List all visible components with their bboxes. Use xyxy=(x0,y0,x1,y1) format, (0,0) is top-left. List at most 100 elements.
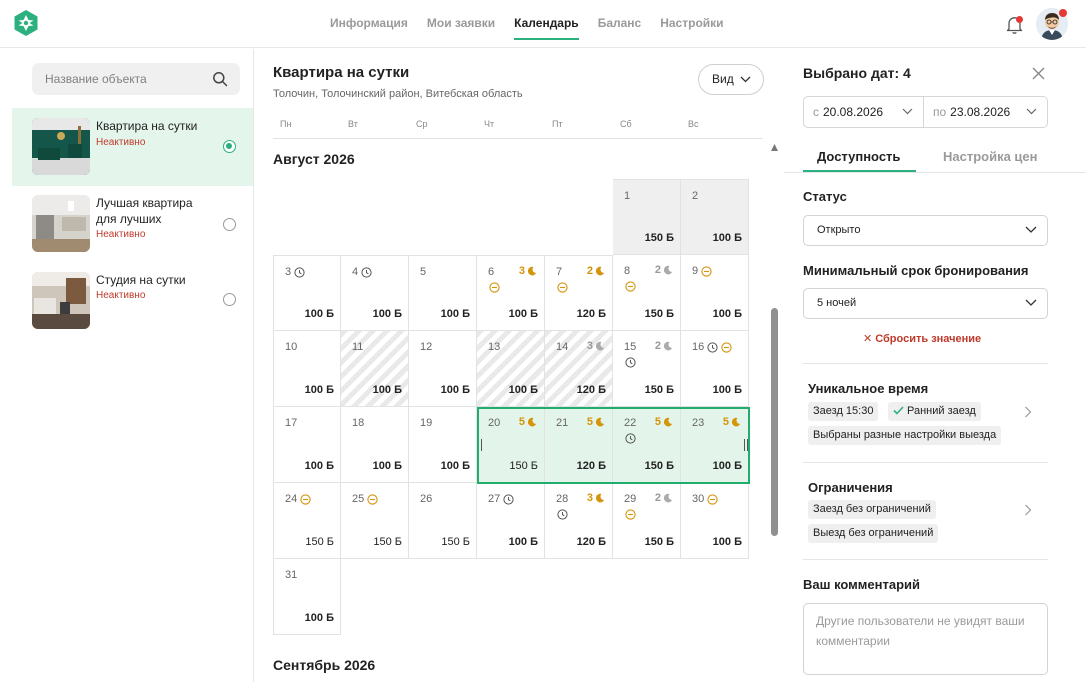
chevron-right-icon xyxy=(1024,406,1032,418)
early-checkin-label: Ранний заезд xyxy=(907,405,976,417)
object-thumbnail xyxy=(32,272,90,329)
calendar-day[interactable]: 6 3 100 Б xyxy=(477,255,545,331)
day-price: 120 Б xyxy=(576,384,606,396)
min-nights-value: 2 xyxy=(586,265,593,277)
nav-item-4[interactable]: Настройки xyxy=(660,0,723,48)
calendar-day[interactable]: 4 100 Б xyxy=(341,255,409,331)
day-price: 100 Б xyxy=(440,384,470,396)
nav-item-3[interactable]: Баланс xyxy=(598,0,642,48)
calendar-day[interactable]: 24 150 Б xyxy=(273,483,341,559)
day-number: 25 xyxy=(352,493,365,505)
calendar-day[interactable]: 11 100 Б xyxy=(341,331,409,407)
view-button[interactable]: Вид xyxy=(698,64,764,95)
calendar-day[interactable]: 1 150 Б xyxy=(613,179,681,255)
checkin-time-chip: Заезд 15:30 xyxy=(808,402,879,421)
moon-icon xyxy=(663,493,673,503)
min-stay-select[interactable]: 5 ночей xyxy=(803,288,1048,319)
chevron-down-icon xyxy=(1025,226,1037,233)
calendar-day[interactable]: 30 100 Б xyxy=(681,483,749,559)
restrictions-title: Ограничения xyxy=(808,480,893,495)
day-price: 100 Б xyxy=(508,536,538,548)
unique-time-title: Уникальное время xyxy=(808,381,929,396)
calendar-day[interactable]: 26 150 Б xyxy=(409,483,477,559)
search-input[interactable] xyxy=(32,63,202,95)
selection-panel: Выбрано дат: 4 с 20.08.2026 по 23.08.2026 … xyxy=(784,49,1086,682)
unique-time-section[interactable]: Уникальное время Заезд 15:30 Ранний заез… xyxy=(803,369,1048,461)
moon-icon xyxy=(595,341,605,351)
calendar-day[interactable]: 14 3 120 Б xyxy=(545,331,613,407)
moon-icon xyxy=(663,265,673,275)
calendar-day[interactable]: 25 150 Б xyxy=(341,483,409,559)
nav-item-2[interactable]: Календарь xyxy=(514,0,579,40)
calendar-day[interactable]: 5 100 Б xyxy=(409,255,477,331)
reset-value-button[interactable]: ✕ Сбросить значение xyxy=(863,332,981,345)
status-select[interactable]: Открыто xyxy=(803,215,1048,246)
day-price: 100 Б xyxy=(304,308,334,320)
logo-icon[interactable] xyxy=(13,9,39,37)
calendar-day[interactable]: 3 100 Б xyxy=(273,255,341,331)
date-from-field[interactable]: с 20.08.2026 xyxy=(803,96,924,128)
tabs-divider xyxy=(784,172,1086,173)
clock-icon xyxy=(503,494,514,505)
calendar-day[interactable]: 27 100 Б xyxy=(477,483,545,559)
object-radio[interactable] xyxy=(223,140,236,153)
object-item[interactable]: Квартира на сутки Неактивно xyxy=(12,108,253,186)
object-radio[interactable] xyxy=(223,293,236,306)
min-nights-value: 3 xyxy=(586,340,593,352)
tab-price-settings[interactable]: Настройка цен xyxy=(943,139,1038,175)
min-nights-value: 3 xyxy=(518,265,525,277)
object-name: Студия на сутки xyxy=(96,273,186,287)
comment-field[interactable] xyxy=(803,603,1048,675)
minus-circle-icon xyxy=(557,282,568,293)
search-icon[interactable] xyxy=(212,71,228,87)
day-number: 27 xyxy=(488,493,501,505)
calendar-day[interactable]: 15 2 150 Б xyxy=(613,331,681,407)
calendar-day[interactable]: 12 100 Б xyxy=(409,331,477,407)
calendar-day[interactable]: 29 2 150 Б xyxy=(613,483,681,559)
min-nights: 2 xyxy=(587,265,605,277)
status-value: Открыто xyxy=(817,224,861,236)
date-to-prefix: по xyxy=(933,105,947,119)
object-title: Квартира на сутки xyxy=(273,64,410,81)
divider xyxy=(803,462,1048,463)
day-number: 26 xyxy=(420,493,433,505)
calendar-day[interactable]: 16 100 Б xyxy=(681,331,749,407)
early-checkin-chip: Ранний заезд xyxy=(888,402,981,421)
min-nights-value: 2 xyxy=(654,492,661,504)
calendar-day[interactable]: 13 100 Б xyxy=(477,331,545,407)
day-number: 30 xyxy=(692,493,705,505)
object-item[interactable]: Лучшая квартира для лучших Неактивно xyxy=(12,186,253,264)
selected-range[interactable] xyxy=(477,407,750,484)
calendar-day[interactable]: 10 100 Б xyxy=(273,331,341,407)
top-bar: Информация Мои заявки Календарь Баланс Настр… xyxy=(0,0,1086,48)
calendar-scrollbar[interactable] xyxy=(770,140,779,682)
nav-item-1[interactable]: Мои заявки xyxy=(427,0,495,48)
chevron-down-icon xyxy=(740,76,751,83)
calendar-day[interactable]: 9 100 Б xyxy=(681,255,749,331)
clock-icon xyxy=(625,357,636,368)
object-status: Неактивно xyxy=(96,290,146,301)
day-price: 100 Б xyxy=(304,384,334,396)
close-icon[interactable] xyxy=(1032,67,1045,80)
calendar-day[interactable]: 8 2 150 Б xyxy=(613,255,681,331)
day-price: 100 Б xyxy=(372,460,402,472)
restrictions-section[interactable]: Ограничения Заезд без ограничений Выезд … xyxy=(803,468,1048,556)
day-price: 150 Б xyxy=(441,536,470,548)
date-to-field[interactable]: по 23.08.2026 xyxy=(923,96,1048,128)
day-price: 100 Б xyxy=(712,384,742,396)
calendar-area: Квартира на сутки Толочин, Толочинский р… xyxy=(255,49,783,682)
object-radio[interactable] xyxy=(223,218,236,231)
calendar-day[interactable]: 2 100 Б xyxy=(681,179,749,255)
calendar-day[interactable]: 19 100 Б xyxy=(409,407,477,483)
bell-icon[interactable] xyxy=(1005,14,1025,36)
minus-circle-icon xyxy=(300,494,311,505)
calendar-day[interactable]: 28 3 120 Б xyxy=(545,483,613,559)
day-number: 12 xyxy=(420,341,433,353)
search-box xyxy=(32,63,240,95)
nav-item-0[interactable]: Информация xyxy=(330,0,408,48)
object-item[interactable]: Студия на сутки Неактивно xyxy=(12,264,253,342)
calendar-day[interactable]: 7 2 120 Б xyxy=(545,255,613,331)
calendar-day[interactable]: 17 100 Б xyxy=(273,407,341,483)
calendar-day[interactable]: 31 100 Б xyxy=(273,559,341,635)
calendar-day[interactable]: 18 100 Б xyxy=(341,407,409,483)
